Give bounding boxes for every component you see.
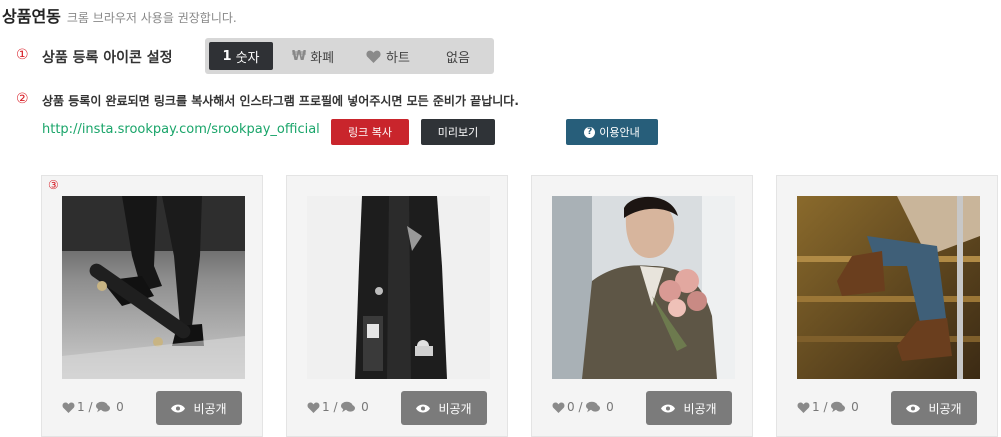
heart-icon	[797, 402, 810, 413]
eye-icon	[171, 404, 186, 412]
heart-icon	[62, 402, 75, 413]
like-count: 1	[77, 400, 85, 414]
separator: /	[88, 400, 93, 414]
product-card: 1 / 0 비공개	[41, 175, 263, 437]
comment-count: 0	[851, 400, 859, 414]
comment-icon	[341, 401, 356, 413]
visibility-toggle-button[interactable]: 비공개	[891, 391, 977, 425]
product-card: 1 / 0 비공개	[776, 175, 998, 437]
step-1-number: ①	[16, 47, 29, 63]
option-currency-label: 화폐	[310, 50, 335, 66]
separator: /	[578, 400, 583, 414]
card-stats: 1 / 0	[797, 400, 859, 414]
visibility-label: 비공개	[193, 401, 227, 416]
product-card: 0 / 0 비공개	[531, 175, 753, 437]
step-2-label: 상품 등록이 완료되면 링크를 복사해서 인스타그램 프로필에 넣어주시면 모든…	[42, 94, 519, 108]
guide-label: 이용안내	[599, 126, 640, 139]
option-heart-label: 하트	[386, 50, 410, 66]
visibility-toggle-button[interactable]: 비공개	[646, 391, 732, 425]
comment-count: 0	[361, 400, 369, 414]
won-icon: ₩	[291, 48, 307, 64]
option-number[interactable]: 1 숫자	[209, 42, 273, 70]
eye-icon	[906, 404, 921, 412]
copy-link-button[interactable]: 링크 복사	[331, 119, 409, 145]
option-none-label: 없음	[446, 50, 470, 66]
number-icon: 1	[222, 48, 232, 64]
preview-button[interactable]: 미리보기	[421, 119, 495, 145]
comment-icon	[96, 401, 111, 413]
eye-icon	[661, 404, 676, 412]
like-count: 1	[812, 400, 820, 414]
comment-icon	[831, 401, 846, 413]
option-none[interactable]: 없음	[427, 42, 489, 70]
visibility-label: 비공개	[683, 401, 717, 416]
card-stats: 1 / 0	[307, 400, 369, 414]
question-icon: ?	[584, 126, 596, 138]
separator: /	[823, 400, 828, 414]
heart-icon	[366, 50, 381, 63]
card-stats: 0 / 0	[552, 400, 614, 414]
step-3-number: ③	[48, 178, 59, 192]
preview-label: 미리보기	[437, 126, 479, 139]
product-image-skateboard[interactable]	[62, 196, 245, 379]
product-image-flowers[interactable]	[552, 196, 735, 379]
profile-link[interactable]: http://insta.srookpay.com/srookpay_offic…	[42, 122, 320, 137]
step-1-label: 상품 등록 아이콘 설정	[42, 50, 173, 66]
option-heart[interactable]: 하트	[353, 42, 423, 70]
guide-button[interactable]: ? 이용안내	[566, 119, 658, 145]
visibility-toggle-button[interactable]: 비공개	[401, 391, 487, 425]
browser-notice: 크롬 브라우저 사용을 권장합니다.	[66, 11, 237, 25]
visibility-toggle-button[interactable]: 비공개	[156, 391, 242, 425]
comment-count: 0	[116, 400, 124, 414]
icon-setting-selector: 1 숫자 ₩ 화폐 하트 없음	[205, 38, 494, 74]
product-image-boots[interactable]	[797, 196, 980, 379]
copy-link-label: 링크 복사	[348, 126, 392, 139]
product-image-coat[interactable]	[307, 196, 490, 379]
product-card: 1 / 0 비공개	[286, 175, 508, 437]
visibility-label: 비공개	[438, 401, 472, 416]
option-number-label: 숫자	[235, 50, 260, 66]
like-count: 1	[322, 400, 330, 414]
visibility-label: 비공개	[928, 401, 962, 416]
heart-icon	[552, 402, 565, 413]
page-title-text: 상품연동	[2, 7, 61, 26]
card-stats: 1 / 0	[62, 400, 124, 414]
option-currency[interactable]: ₩ 화폐	[277, 42, 349, 70]
heart-icon	[307, 402, 320, 413]
comment-count: 0	[606, 400, 614, 414]
separator: /	[333, 400, 338, 414]
like-count: 0	[567, 400, 575, 414]
eye-icon	[416, 404, 431, 412]
page-title: 상품연동 크롬 브라우저 사용을 권장합니다.	[2, 3, 237, 27]
step-2-number: ②	[16, 91, 29, 107]
comment-icon	[586, 401, 601, 413]
